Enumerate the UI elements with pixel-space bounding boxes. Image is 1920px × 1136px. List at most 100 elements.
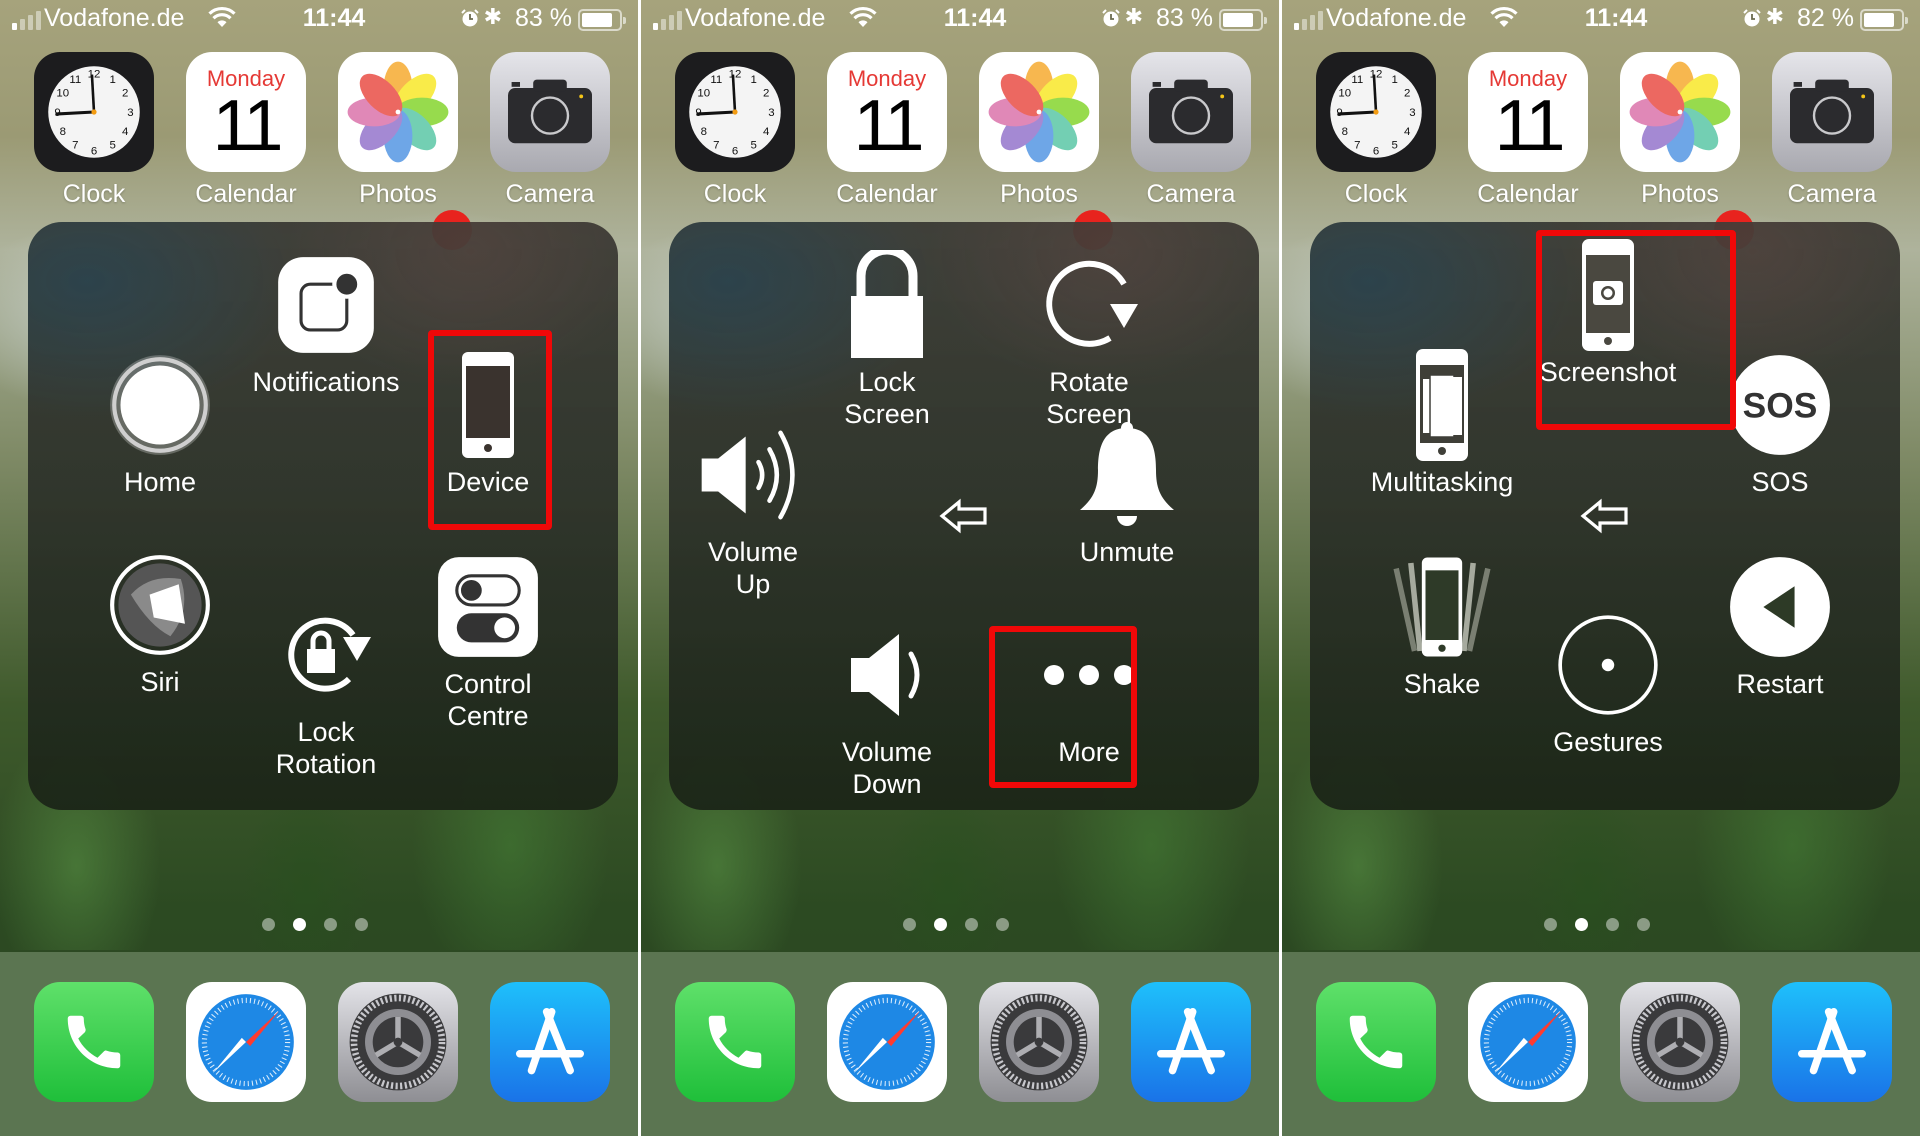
page-dot[interactable] (996, 918, 1009, 931)
app-camera[interactable]: Camera (490, 52, 610, 209)
photos-app-icon (1620, 52, 1740, 172)
dock-app-settings[interactable] (979, 982, 1099, 1102)
at-item-sos[interactable]: SOS SOS (1690, 350, 1870, 498)
app-store-icon (1131, 982, 1251, 1102)
battery-percentage: 82 % (1797, 4, 1854, 32)
page-indicator[interactable] (1282, 918, 1920, 931)
app-calendar[interactable]: Monday 11 Calendar (1468, 52, 1588, 209)
screen-panel-main-menu: Vodafone.de 11:44 ✱ 83 % Clock Monday 11… (0, 0, 638, 1136)
dock-app-phone[interactable] (1316, 982, 1436, 1102)
page-dot-active[interactable] (293, 918, 306, 931)
battery-level (1864, 13, 1894, 27)
bell-icon (1072, 420, 1182, 530)
at-item-multitasking[interactable]: Multitasking (1352, 349, 1532, 498)
page-indicator[interactable] (0, 918, 638, 931)
app-photos[interactable]: Photos (1620, 52, 1740, 209)
screen-panel-device-menu: Vodafone.de 11:44 ✱ 83 % Clock Monday 11… (641, 0, 1279, 1136)
back-arrow-icon[interactable] (939, 498, 989, 534)
home-button-icon (105, 350, 215, 460)
camera-app-icon (490, 52, 610, 172)
dock-app-phone[interactable] (34, 982, 154, 1102)
dock-app-settings[interactable] (338, 982, 458, 1102)
app-store-icon (1772, 982, 1892, 1102)
at-item-lock-rotation[interactable]: Lock Rotation (236, 600, 416, 780)
dock-app-app-store[interactable] (490, 982, 610, 1102)
at-item-home[interactable]: Home (70, 350, 250, 498)
dock (641, 952, 1279, 1136)
at-item-label: Shake (1403, 669, 1481, 699)
at-item-screenshot[interactable]: Screenshot (1518, 239, 1698, 388)
app-label: Photos (359, 180, 437, 208)
at-item-label: Volume Down (841, 737, 933, 799)
at-item-device[interactable]: Device (398, 350, 578, 498)
at-item-lock-screen[interactable]: Lock Screen (797, 250, 977, 430)
at-item-more[interactable]: More (999, 620, 1179, 768)
volume-down-icon (832, 620, 942, 730)
at-item-volume-up[interactable]: Volume Up (663, 420, 843, 600)
dock-app-settings[interactable] (1620, 982, 1740, 1102)
battery-percentage: 83 % (1156, 4, 1213, 32)
calendar-app-icon: Monday 11 (1468, 52, 1588, 172)
battery-level (1223, 13, 1253, 27)
at-item-label: SOS (1751, 467, 1809, 497)
app-clock[interactable]: Clock (675, 52, 795, 209)
dock-app-app-store[interactable] (1772, 982, 1892, 1102)
dock-app-app-store[interactable] (1131, 982, 1251, 1102)
back-arrow-icon[interactable] (1580, 498, 1630, 534)
assistive-touch-menu: Screenshot SOS SOS Restart Gestures Shak… (1310, 222, 1900, 810)
app-photos[interactable]: Photos (979, 52, 1099, 209)
app-photos[interactable]: Photos (338, 52, 458, 209)
at-item-shake[interactable]: Shake (1352, 552, 1532, 700)
dock-app-safari[interactable] (1468, 982, 1588, 1102)
page-dot[interactable] (1544, 918, 1557, 931)
dock-app-phone[interactable] (675, 982, 795, 1102)
at-item-rotate-screen[interactable]: Rotate Screen (999, 250, 1179, 430)
safari-compass-icon (186, 982, 306, 1102)
page-dot[interactable] (262, 918, 275, 931)
page-dot[interactable] (965, 918, 978, 931)
page-dot[interactable] (1606, 918, 1619, 931)
dock-app-safari[interactable] (186, 982, 306, 1102)
volume-up-icon (698, 420, 808, 530)
at-item-control-centre[interactable]: Control Centre (398, 552, 578, 732)
page-indicator[interactable] (641, 918, 1279, 931)
page-dot[interactable] (355, 918, 368, 931)
app-camera[interactable]: Camera (1131, 52, 1251, 209)
battery-icon (578, 9, 626, 31)
page-dot[interactable] (903, 918, 916, 931)
clock-app-icon (34, 52, 154, 172)
alarm-clock-icon (1102, 9, 1120, 27)
app-camera[interactable]: Camera (1772, 52, 1892, 209)
page-dot[interactable] (324, 918, 337, 931)
battery-percentage: 83 % (515, 4, 572, 32)
app-clock[interactable]: Clock (1316, 52, 1436, 209)
bluetooth-icon: ✱ (483, 4, 502, 29)
at-item-label: Notifications (252, 367, 400, 397)
page-dot[interactable] (1637, 918, 1650, 931)
at-item-restart[interactable]: Restart (1690, 552, 1870, 700)
at-item-volume-down[interactable]: Volume Down (797, 620, 977, 800)
app-label: Clock (1344, 180, 1408, 208)
page-dot-active[interactable] (934, 918, 947, 931)
phone-icon (675, 982, 795, 1102)
at-item-label: Gestures (1553, 727, 1663, 757)
phone-icon (34, 982, 154, 1102)
app-label: Calendar (836, 180, 938, 208)
at-item-notifications[interactable]: Notifications (236, 250, 416, 398)
safari-compass-icon (827, 982, 947, 1102)
at-item-label: Restart (1736, 669, 1824, 699)
bluetooth-icon: ✱ (1124, 4, 1143, 29)
app-calendar[interactable]: Monday 11 Calendar (186, 52, 306, 209)
dock-app-safari[interactable] (827, 982, 947, 1102)
battery-icon (1219, 9, 1267, 31)
alarm-clock-icon (1743, 9, 1761, 27)
app-calendar[interactable]: Monday 11 Calendar (827, 52, 947, 209)
page-dot-active[interactable] (1575, 918, 1588, 931)
padlock-icon (832, 250, 942, 360)
calendar-app-icon: Monday 11 (186, 52, 306, 172)
app-clock[interactable]: Clock (34, 52, 154, 209)
at-item-gestures[interactable]: Gestures (1518, 610, 1698, 758)
at-item-unmute[interactable]: Unmute (1037, 420, 1217, 568)
safari-compass-icon (1468, 982, 1588, 1102)
at-item-siri[interactable]: Siri (70, 550, 250, 698)
